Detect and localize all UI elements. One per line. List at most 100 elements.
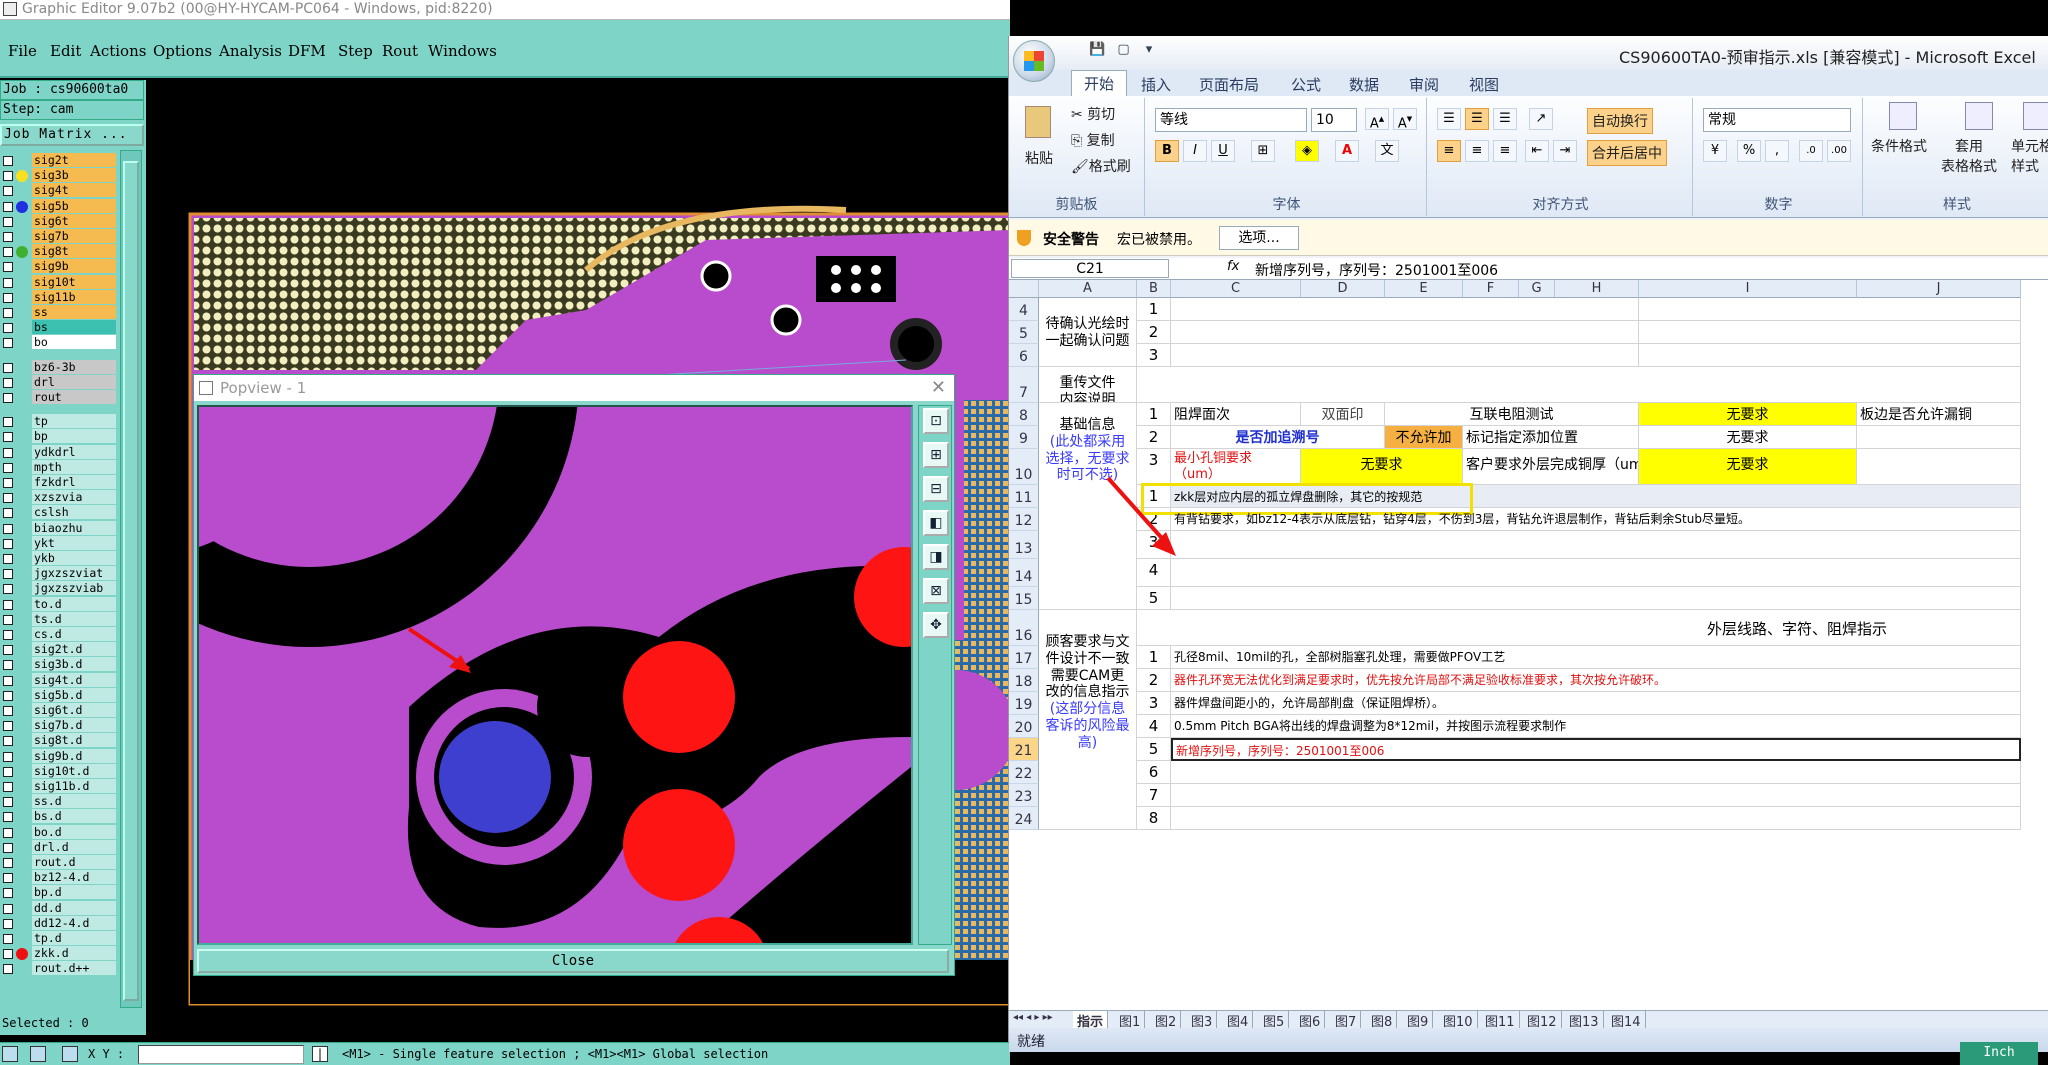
bold-icon[interactable]: B <box>1155 140 1179 162</box>
sheet-tab[interactable]: 图5 <box>1259 1011 1290 1030</box>
cell-c8[interactable]: 阻焊面次 <box>1171 403 1301 426</box>
menu-dfm[interactable]: DFM <box>288 42 326 60</box>
layer-name[interactable]: sig5b <box>32 198 116 214</box>
layer-row[interactable]: sig4t.d <box>0 672 118 688</box>
decrease-indent-icon[interactable]: ⇤ <box>1525 140 1549 162</box>
row-header[interactable]: 12 <box>1009 508 1039 531</box>
sheet-nav-icon[interactable]: ◂◂ ◂ ▸ ▸▸ <box>1013 1012 1053 1023</box>
layer-row[interactable]: sig4t <box>0 183 118 199</box>
layer-name[interactable]: bs.d <box>32 809 116 825</box>
tab-data[interactable]: 数据 <box>1349 74 1379 95</box>
layer-row[interactable]: fzkdrl <box>0 475 118 490</box>
layer-row[interactable]: sig6t.d <box>0 703 118 718</box>
cell-b-number[interactable]: 4 <box>1137 715 1171 738</box>
conditional-format-icon[interactable] <box>1889 102 1917 130</box>
merge-center-button[interactable]: 合并后居中 <box>1587 140 1667 166</box>
layer-name[interactable]: xzszvia <box>32 490 116 506</box>
orientation-icon[interactable]: ↗ <box>1529 108 1553 130</box>
sheet-tab[interactable]: 图1 <box>1115 1011 1146 1030</box>
table-format-icon[interactable] <box>1965 102 1993 130</box>
cell-styles-icon[interactable] <box>2023 102 2048 130</box>
conditional-format-button[interactable]: 条件格式 <box>1871 136 1927 156</box>
layer-checkbox[interactable] <box>3 964 13 975</box>
layer-name[interactable]: sig4t <box>32 183 116 199</box>
cell-b-number[interactable]: 3 <box>1137 531 1171 559</box>
border-icon[interactable]: ⊞ <box>1251 140 1275 162</box>
layer-row[interactable]: xzszvia <box>0 490 118 506</box>
select-all-corner[interactable] <box>1009 280 1039 298</box>
layer-checkbox[interactable] <box>3 432 13 443</box>
layer-checkbox[interactable] <box>3 462 13 473</box>
row-header[interactable]: 16 <box>1009 610 1039 646</box>
align-top-icon[interactable]: ☰ <box>1437 108 1461 130</box>
layer-name[interactable]: ss <box>32 305 116 320</box>
cell-i9[interactable]: 无要求 <box>1639 426 1857 449</box>
row-header[interactable]: 9 <box>1009 426 1039 449</box>
layer-checkbox[interactable] <box>3 171 13 182</box>
layer-row[interactable]: sig6t <box>0 213 118 229</box>
layer-row[interactable]: ykb <box>0 551 118 566</box>
tab-review[interactable]: 审阅 <box>1409 74 1439 95</box>
layer-row[interactable]: dd.d <box>0 900 118 916</box>
layer-name[interactable]: bz12-4.d <box>32 870 116 886</box>
layer-name[interactable]: sig9b <box>32 259 116 275</box>
row-header[interactable]: 5 <box>1009 321 1039 344</box>
layer-row[interactable]: ts.d <box>0 611 118 627</box>
sheet-tab[interactable]: 图2 <box>1151 1011 1182 1030</box>
column-header[interactable]: F <box>1463 280 1519 298</box>
sheet-tab[interactable]: 图8 <box>1367 1011 1398 1030</box>
sheet-tab[interactable]: 指示 <box>1073 1011 1109 1030</box>
sheet-tab[interactable]: 图3 <box>1187 1011 1218 1030</box>
cell-d8[interactable]: 双面印 <box>1301 403 1385 426</box>
number-format-combo[interactable]: 常规 <box>1703 108 1851 132</box>
cell-empty[interactable] <box>1171 807 2021 830</box>
layer-checkbox[interactable] <box>3 277 13 288</box>
layer-name[interactable]: bz6-3b <box>32 359 116 375</box>
layer-row[interactable]: ydkdrl <box>0 444 118 460</box>
layer-name[interactable]: drl.d <box>32 839 116 855</box>
layer-checkbox[interactable] <box>3 523 13 534</box>
layer-name[interactable]: bo.d <box>32 824 116 840</box>
layer-checkbox[interactable] <box>3 736 13 747</box>
layer-row[interactable]: bz12-4.d <box>0 870 118 886</box>
layer-row[interactable]: rout.d++ <box>0 961 118 977</box>
layer-name[interactable]: ss.d <box>32 794 116 810</box>
sheet-tab[interactable]: 图13 <box>1565 1011 1604 1030</box>
row-header[interactable]: 20 <box>1009 715 1039 738</box>
layer-checkbox[interactable] <box>3 478 13 488</box>
cell-empty[interactable] <box>1171 559 2021 587</box>
layer-name[interactable]: sig8t <box>32 244 116 260</box>
cell-c12[interactable]: 有背钻要求，如bz12-4表示从底层钻，钻穿4层，不伤到3层，背钻允许退层制作，… <box>1171 508 2021 531</box>
layer-checkbox[interactable] <box>3 508 13 519</box>
layer-checkbox[interactable] <box>3 232 13 242</box>
sheet-tab[interactable]: 图6 <box>1295 1011 1326 1030</box>
cell-a8[interactable]: 基础信息 (此处都采用 选择，无要求 时可不选) <box>1039 403 1137 610</box>
layer-row[interactable]: sig7b.d <box>0 718 118 734</box>
save-icon[interactable]: 💾 <box>1089 42 1105 57</box>
cell-empty[interactable] <box>1171 298 1639 321</box>
layer-checkbox[interactable] <box>3 554 13 564</box>
paste-button[interactable]: 粘贴 <box>1025 148 1053 168</box>
column-header[interactable]: H <box>1555 280 1639 298</box>
layer-row[interactable]: bo <box>0 335 118 351</box>
cell-b-number[interactable]: 5 <box>1137 738 1171 761</box>
layer-name[interactable]: tp <box>32 414 116 430</box>
new-icon[interactable]: ▢ <box>1117 42 1129 57</box>
layer-row[interactable]: sig8t <box>0 244 118 260</box>
row-header[interactable]: 18 <box>1009 669 1039 692</box>
cell-b-number[interactable]: 1 <box>1137 646 1171 669</box>
column-header[interactable]: A <box>1039 280 1137 298</box>
layer-checkbox[interactable] <box>3 308 13 318</box>
select-tool-icon[interactable] <box>2 1046 18 1062</box>
row-header[interactable]: 7 <box>1009 367 1039 403</box>
close-icon[interactable]: ✕ <box>931 375 946 401</box>
cell-b-number[interactable]: 7 <box>1137 784 1171 807</box>
cell-i8[interactable]: 无要求 <box>1639 403 1857 426</box>
layer-name[interactable]: zkk.d <box>32 946 116 962</box>
layer-row[interactable]: cs.d <box>0 627 118 642</box>
layer-row[interactable]: ss <box>0 305 118 320</box>
cell-c19[interactable]: 器件焊盘间距小的，允许局部削盘（保证阻焊桥）。 <box>1171 692 2021 715</box>
layer-checkbox[interactable] <box>3 949 13 960</box>
layer-checkbox[interactable] <box>3 812 13 823</box>
row-header[interactable]: 13 <box>1009 531 1039 559</box>
